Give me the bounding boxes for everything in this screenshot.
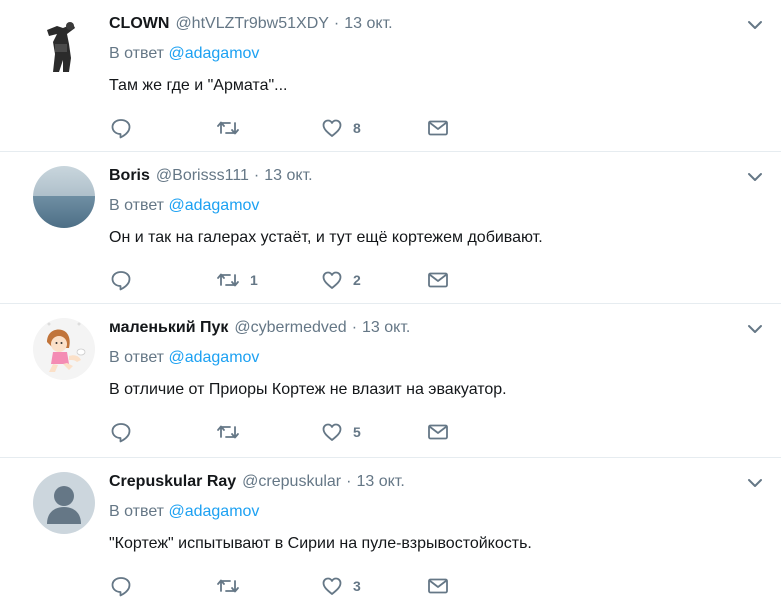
tweet-text: Там же где и "Армата"...	[109, 77, 288, 94]
tweet-text: В отличие от Приоры Кортеж не влазит на …	[109, 381, 507, 398]
like-count: 2	[353, 272, 361, 288]
separator: ·	[333, 15, 340, 32]
reply-mention-link[interactable]: @adagamov	[168, 45, 259, 62]
like-button[interactable]: 3	[321, 574, 361, 598]
user-handle[interactable]: @htVLZTr9bw51XDY	[175, 14, 328, 34]
tweet-text: "Кортеж" испытывают в Сирии на пуле-взры…	[109, 535, 532, 552]
avatar[interactable]	[33, 472, 95, 534]
reply-prefix: В ответ	[109, 349, 165, 366]
tweet-date[interactable]: 13 окт.	[356, 472, 404, 492]
reply-context: В ответ @adagamov	[109, 349, 259, 367]
heart-icon	[321, 117, 343, 139]
reply-mention-link[interactable]: @adagamov	[168, 197, 259, 214]
heart-icon	[321, 269, 343, 291]
display-name[interactable]: Crepuskular Ray	[109, 472, 236, 492]
reply-button[interactable]	[110, 268, 132, 292]
reply-prefix: В ответ	[109, 197, 165, 214]
direct-message-button[interactable]	[427, 574, 449, 598]
envelope-icon	[427, 576, 449, 596]
heart-icon	[321, 575, 343, 597]
reply-context: В ответ @adagamov	[109, 45, 259, 63]
retweet-icon	[216, 575, 240, 597]
tweet-date[interactable]: 13 окт.	[344, 14, 392, 34]
avatar[interactable]	[33, 318, 95, 380]
chevron-down-icon[interactable]	[747, 170, 763, 182]
reply-context: В ответ @adagamov	[109, 197, 259, 215]
direct-message-button[interactable]	[427, 420, 449, 444]
separator: ·	[346, 473, 352, 490]
envelope-icon	[427, 422, 449, 442]
separator: ·	[351, 319, 358, 336]
direct-message-button[interactable]	[427, 268, 449, 292]
tweet-date[interactable]: 13 окт.	[264, 166, 312, 186]
tweet[interactable]: Crepuskular Ray @crepuskular · 13 окт. В…	[0, 458, 781, 602]
tweet-header: Crepuskular Ray @crepuskular · 13 окт.	[109, 472, 405, 492]
chevron-down-icon[interactable]	[747, 322, 763, 334]
separator: ·	[253, 167, 260, 184]
reply-icon	[110, 421, 132, 443]
reply-mention-link[interactable]: @adagamov	[168, 349, 259, 366]
user-handle[interactable]: @cybermedved	[234, 318, 346, 338]
reply-icon	[110, 575, 132, 597]
tweet-actions: 8	[110, 116, 455, 140]
chevron-down-icon[interactable]	[747, 18, 763, 30]
display-name[interactable]: маленький Пук	[109, 318, 228, 338]
tweet-actions: 3	[110, 574, 455, 598]
tweet-actions: 5	[110, 420, 455, 444]
reply-mention-link[interactable]: @adagamov	[168, 503, 259, 520]
like-count: 8	[353, 120, 361, 136]
tweet-actions: 1 2	[110, 268, 455, 292]
retweet-icon	[216, 117, 240, 139]
retweet-icon	[216, 421, 240, 443]
reply-icon	[110, 117, 132, 139]
like-count: 5	[353, 424, 361, 440]
display-name[interactable]: CLOWN	[109, 14, 169, 34]
retweet-button[interactable]	[216, 420, 250, 444]
tweet[interactable]: CLOWN @htVLZTr9bw51XDY · 13 окт. В ответ…	[0, 0, 781, 152]
retweet-button[interactable]	[216, 574, 250, 598]
display-name[interactable]: Boris	[109, 166, 150, 186]
tweet-header: маленький Пук @cybermedved · 13 окт.	[109, 318, 410, 338]
like-count: 3	[353, 578, 361, 594]
user-handle[interactable]: @Borisss111	[156, 166, 249, 186]
reply-prefix: В ответ	[109, 45, 165, 62]
envelope-icon	[427, 118, 449, 138]
direct-message-button[interactable]	[427, 116, 449, 140]
heart-icon	[321, 421, 343, 443]
tweet-date[interactable]: 13 окт.	[362, 318, 410, 338]
reply-button[interactable]	[110, 420, 132, 444]
tweet[interactable]: Boris @Borisss111 · 13 окт. В ответ @ada…	[0, 152, 781, 304]
tweet-header: Boris @Borisss111 · 13 окт.	[109, 166, 313, 186]
tweet[interactable]: маленький Пук @cybermedved · 13 окт. В о…	[0, 304, 781, 458]
replies-feed: CLOWN @htVLZTr9bw51XDY · 13 окт. В ответ…	[0, 0, 781, 602]
tweet-text: Он и так на галерах устаёт, и тут ещё ко…	[109, 229, 543, 246]
envelope-icon	[427, 270, 449, 290]
like-button[interactable]: 2	[321, 268, 361, 292]
retweet-button[interactable]	[216, 116, 250, 140]
retweet-button[interactable]: 1	[216, 268, 258, 292]
retweet-icon	[216, 269, 240, 291]
chevron-down-icon[interactable]	[747, 476, 763, 488]
avatar[interactable]	[33, 166, 95, 228]
tweet-header: CLOWN @htVLZTr9bw51XDY · 13 окт.	[109, 14, 393, 34]
reply-icon	[110, 269, 132, 291]
reply-button[interactable]	[110, 574, 132, 598]
like-button[interactable]: 8	[321, 116, 361, 140]
user-handle[interactable]: @crepuskular	[242, 472, 341, 492]
like-button[interactable]: 5	[321, 420, 361, 444]
avatar[interactable]	[33, 14, 95, 76]
retweet-count: 1	[250, 272, 258, 288]
reply-prefix: В ответ	[109, 503, 165, 520]
reply-button[interactable]	[110, 116, 132, 140]
reply-context: В ответ @adagamov	[109, 503, 259, 521]
